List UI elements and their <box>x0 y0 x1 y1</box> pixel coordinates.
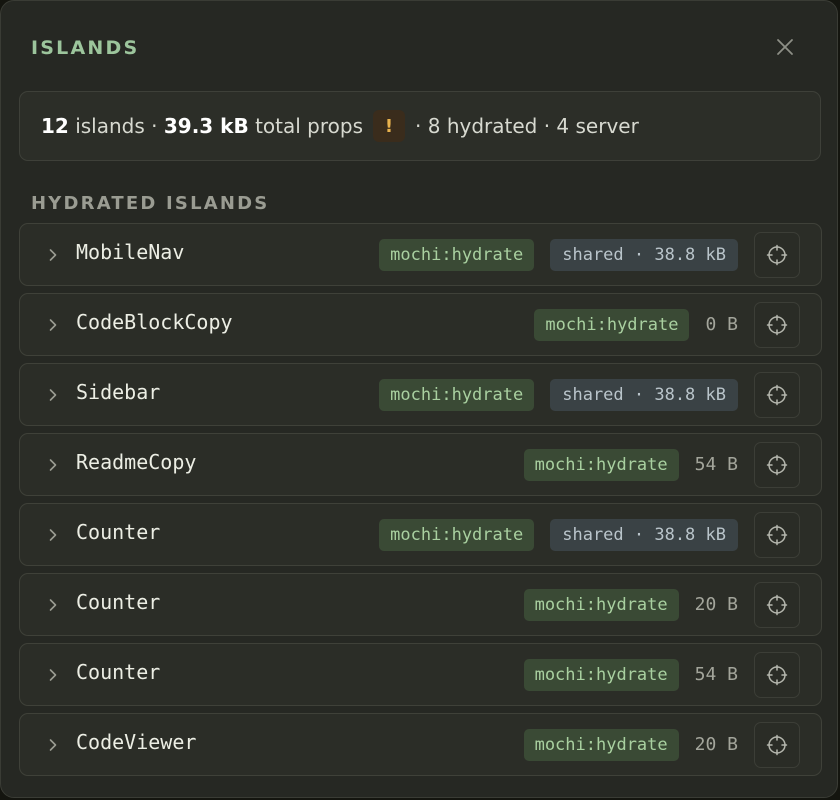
total-props-size: 39.3 kB <box>163 114 249 138</box>
island-name: Counter <box>76 519 161 544</box>
island-tags: mochi:hydrate 0 B <box>534 308 738 341</box>
chevron-right-icon[interactable] <box>48 528 58 542</box>
locate-button[interactable] <box>754 581 800 628</box>
island-name: MobileNav <box>76 239 185 264</box>
locate-button[interactable] <box>754 371 800 418</box>
island-tags: mochi:hydrate shared · 38.8 kB <box>379 518 738 551</box>
props-size: shared · 38.8 kB <box>550 378 738 411</box>
chevron-right-icon[interactable] <box>48 388 58 402</box>
crosshair-icon <box>766 524 788 545</box>
props-size: 0 B <box>705 314 738 335</box>
props-size: 54 B <box>694 664 738 685</box>
hydrate-directive-badge: mochi:hydrate <box>523 588 679 621</box>
chevron-right-icon[interactable] <box>48 318 58 332</box>
island-tags: mochi:hydrate 20 B <box>523 588 738 621</box>
island-name: Counter <box>76 589 161 614</box>
chevron-right-icon[interactable] <box>48 598 58 612</box>
props-size: shared · 38.8 kB <box>550 518 738 551</box>
props-size: 54 B <box>694 454 738 475</box>
locate-button[interactable] <box>754 301 800 348</box>
hydrate-directive-badge: mochi:hydrate <box>523 728 679 761</box>
islands-label: islands <box>75 114 145 138</box>
props-size: shared · 38.8 kB <box>550 238 738 271</box>
chevron-right-icon[interactable] <box>48 458 58 472</box>
islands-panel: ISLANDS 12 islands · 39.3 kB total props… <box>0 0 838 798</box>
island-row[interactable]: Counter mochi:hydrate 20 B <box>19 573 822 636</box>
props-size: 20 B <box>694 734 738 755</box>
section-title: HYDRATED ISLANDS <box>31 193 270 214</box>
island-row[interactable]: ReadmeCopy mochi:hydrate 54 B <box>19 433 822 496</box>
hydrate-directive-badge: mochi:hydrate <box>523 448 679 481</box>
island-name: ReadmeCopy <box>76 449 197 474</box>
island-row[interactable]: CodeBlockCopy mochi:hydrate 0 B <box>19 293 822 356</box>
crosshair-icon <box>766 244 788 265</box>
island-row[interactable]: MobileNav mochi:hydrate shared · 38.8 kB <box>19 223 822 286</box>
locate-button[interactable] <box>754 441 800 488</box>
island-tags: mochi:hydrate 20 B <box>523 728 738 761</box>
summary-bar: 12 islands · 39.3 kB total props! · 8 hyd… <box>19 91 821 161</box>
hydrate-directive-badge: mochi:hydrate <box>523 658 679 691</box>
crosshair-icon <box>766 594 788 615</box>
server-count: 4 server <box>556 114 639 138</box>
hydrate-directive-badge: mochi:hydrate <box>534 308 690 341</box>
locate-button[interactable] <box>754 231 800 278</box>
close-button[interactable] <box>773 35 797 59</box>
island-name: CodeViewer <box>76 729 197 754</box>
hydrate-directive-badge: mochi:hydrate <box>379 238 535 271</box>
crosshair-icon <box>766 314 788 335</box>
island-row[interactable]: CodeViewer mochi:hydrate 20 B <box>19 713 822 776</box>
island-name: Sidebar <box>76 379 161 404</box>
hydrated-count: 8 hydrated <box>427 114 538 138</box>
total-props-label: total props <box>255 114 364 138</box>
island-tags: mochi:hydrate 54 B <box>523 448 738 481</box>
crosshair-icon <box>766 734 788 755</box>
island-tags: mochi:hydrate shared · 38.8 kB <box>379 378 738 411</box>
islands-count: 12 <box>41 114 69 138</box>
close-icon <box>777 39 793 55</box>
crosshair-icon <box>766 384 788 405</box>
hydrate-directive-badge: mochi:hydrate <box>379 378 535 411</box>
panel-title: ISLANDS <box>31 37 140 59</box>
island-tags: mochi:hydrate shared · 38.8 kB <box>379 238 738 271</box>
island-list: MobileNav mochi:hydrate shared · 38.8 kB… <box>19 223 822 783</box>
warning-badge[interactable]: ! <box>373 110 406 142</box>
island-tags: mochi:hydrate 54 B <box>523 658 738 691</box>
island-name: Counter <box>76 659 161 684</box>
island-row[interactable]: Counter mochi:hydrate 54 B <box>19 643 822 706</box>
chevron-right-icon[interactable] <box>48 738 58 752</box>
locate-button[interactable] <box>754 651 800 698</box>
island-name: CodeBlockCopy <box>76 309 233 334</box>
locate-button[interactable] <box>754 721 800 768</box>
locate-button[interactable] <box>754 511 800 558</box>
island-row[interactable]: Counter mochi:hydrate shared · 38.8 kB <box>19 503 822 566</box>
panel-header: ISLANDS <box>31 35 807 61</box>
island-row[interactable]: Sidebar mochi:hydrate shared · 38.8 kB <box>19 363 822 426</box>
crosshair-icon <box>766 664 788 685</box>
chevron-right-icon[interactable] <box>48 248 58 262</box>
props-size: 20 B <box>694 594 738 615</box>
crosshair-icon <box>766 454 788 475</box>
chevron-right-icon[interactable] <box>48 668 58 682</box>
hydrate-directive-badge: mochi:hydrate <box>379 518 535 551</box>
